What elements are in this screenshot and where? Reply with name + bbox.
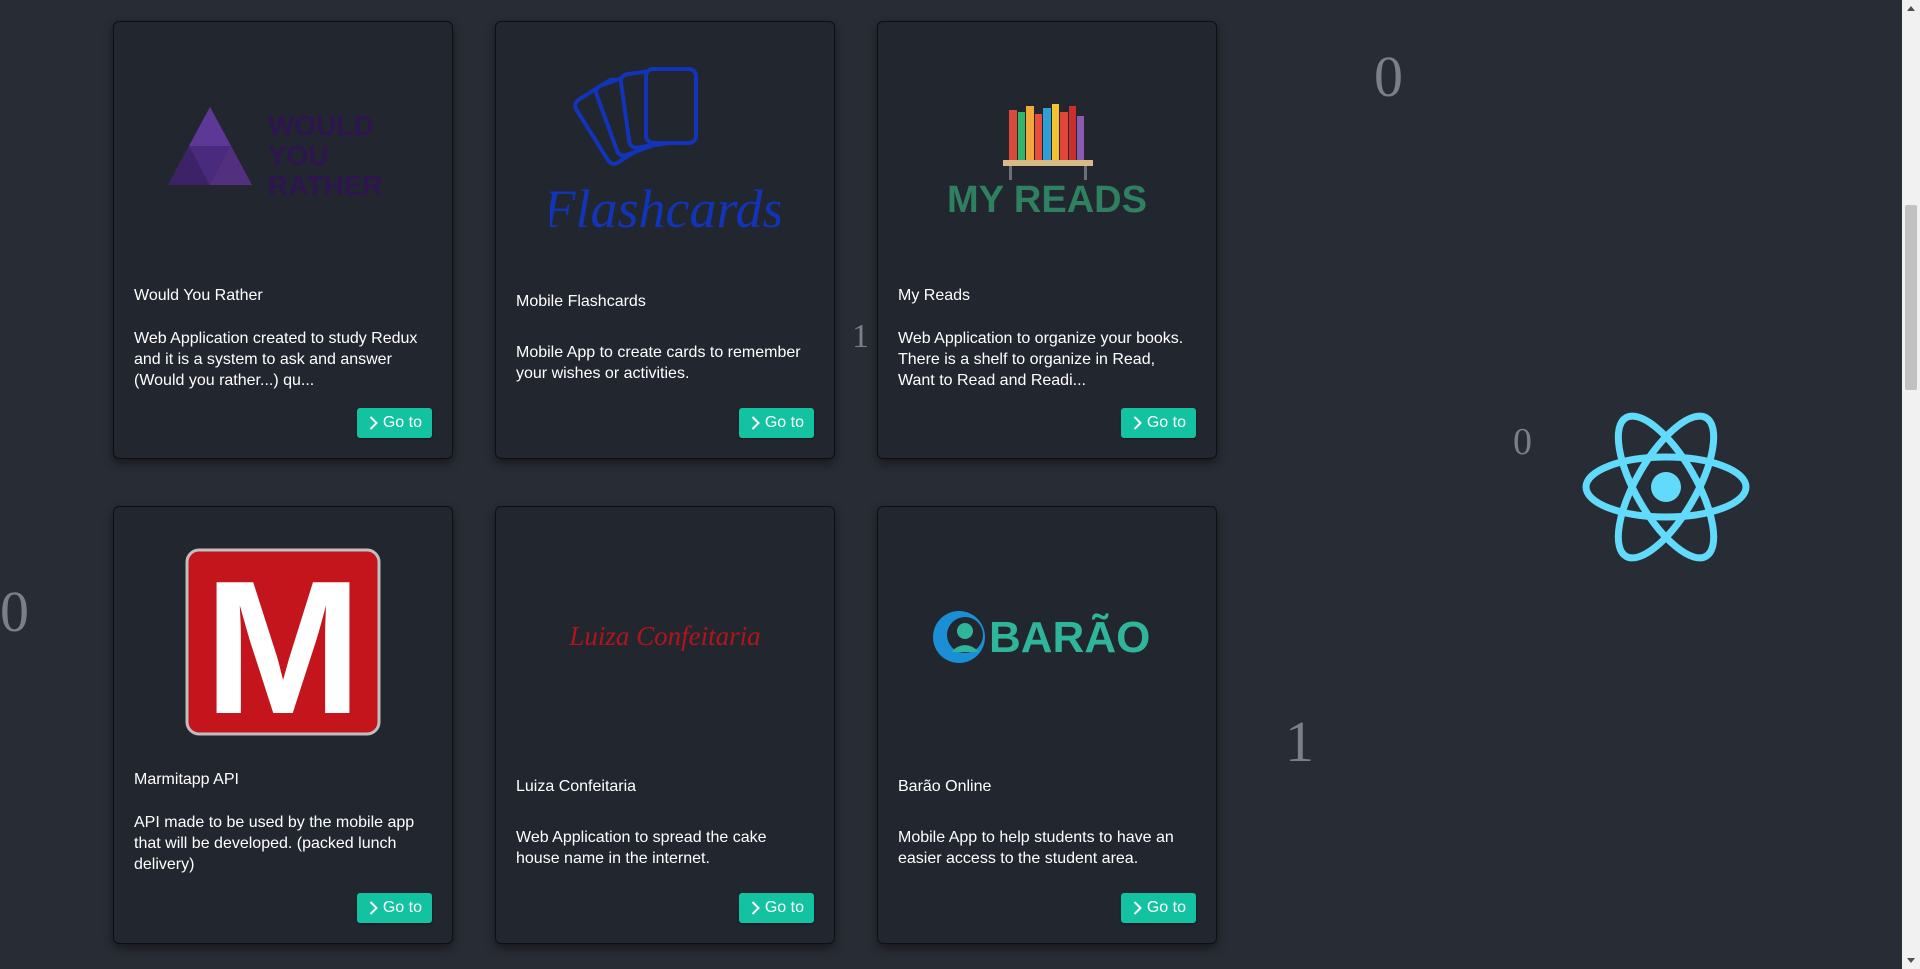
luiza-confeitaria-logo: Luiza Confeitaria bbox=[496, 507, 834, 767]
flashcards-logo: Flashcards bbox=[496, 22, 834, 282]
floating-digit: 1 bbox=[1285, 709, 1314, 774]
barao-logo: BARÃO bbox=[878, 507, 1216, 767]
chevron-right-icon bbox=[1133, 901, 1142, 915]
project-title: My Reads bbox=[898, 287, 971, 304]
project-description: API made to be used by the mobile app th… bbox=[134, 814, 415, 873]
scroll-thumb[interactable] bbox=[1905, 205, 1917, 390]
logo-word: YOU bbox=[268, 140, 329, 171]
logo-word: WOULD bbox=[268, 110, 374, 141]
chevron-right-icon bbox=[369, 416, 378, 430]
would-you-rather-logo: WOULD YOU RATHER bbox=[114, 22, 452, 282]
project-card-would-you-rather: WOULD YOU RATHER Would You Rather Web Ap… bbox=[113, 21, 453, 459]
go-to-label: Go to bbox=[382, 899, 422, 916]
portfolio-page: 0 1 0 0 1 WOULD YOU RATHER Would You Rat… bbox=[0, 0, 1920, 969]
logo-word: RATHER bbox=[268, 170, 383, 201]
chevron-right-icon bbox=[751, 901, 760, 915]
floating-digit: 0 bbox=[1513, 421, 1532, 463]
logo-word: MY READS bbox=[947, 179, 1147, 221]
go-to-label: Go to bbox=[382, 414, 422, 431]
go-to-button[interactable]: Go to bbox=[1120, 408, 1196, 438]
go-to-label: Go to bbox=[1146, 899, 1186, 916]
project-title: Luiza Confeitaria bbox=[516, 778, 637, 795]
go-to-label: Go to bbox=[764, 899, 804, 916]
scroll-down-arrow-icon[interactable] bbox=[1902, 952, 1920, 969]
go-to-label: Go to bbox=[764, 414, 804, 431]
project-card-barao-online: BARÃO Barão Online Mobile App to help st… bbox=[877, 506, 1217, 944]
logo-word: Luiza Confeitaria bbox=[568, 621, 760, 651]
go-to-button[interactable]: Go to bbox=[1120, 893, 1196, 923]
chevron-right-icon bbox=[751, 416, 760, 430]
go-to-button[interactable]: Go to bbox=[356, 893, 432, 923]
project-card-mobile-flashcards: Flashcards Mobile Flashcards Mobile App … bbox=[495, 21, 835, 459]
project-card-my-reads: MY READS My Reads Web Application to org… bbox=[877, 21, 1217, 459]
project-description: Mobile App to create cards to remember y… bbox=[516, 344, 801, 382]
project-title: Would You Rather bbox=[134, 287, 263, 304]
project-description: Web Application to organize your books. … bbox=[898, 330, 1184, 389]
react-logo bbox=[1582, 412, 1750, 562]
go-to-button[interactable]: Go to bbox=[738, 408, 814, 438]
go-to-label: Go to bbox=[1146, 414, 1186, 431]
go-to-button[interactable]: Go to bbox=[356, 408, 432, 438]
project-title: Barão Online bbox=[898, 778, 992, 795]
project-description: Mobile App to help students to have an e… bbox=[898, 829, 1174, 867]
floating-digit: 0 bbox=[1374, 44, 1403, 109]
logo-word: Flashcards bbox=[550, 179, 780, 239]
project-title: Mobile Flashcards bbox=[516, 293, 646, 310]
logo-word: BARÃO bbox=[989, 612, 1150, 662]
scroll-up-arrow-icon[interactable] bbox=[1902, 0, 1920, 17]
go-to-button[interactable]: Go to bbox=[738, 893, 814, 923]
project-card-marmitapp-api: M Marmitapp API API made to be used by t… bbox=[113, 506, 453, 944]
marmitapp-logo: M bbox=[114, 507, 452, 747]
chevron-right-icon bbox=[369, 901, 378, 915]
chevron-right-icon bbox=[1133, 416, 1142, 430]
project-title: Marmitapp API bbox=[134, 771, 239, 788]
logo-letter: M bbox=[204, 548, 362, 736]
project-description: Web Application to spread the cake house… bbox=[516, 829, 767, 867]
project-description: Web Application created to study Redux a… bbox=[134, 330, 418, 389]
vertical-scrollbar[interactable] bbox=[1902, 0, 1920, 969]
my-reads-logo: MY READS bbox=[878, 22, 1216, 282]
project-card-luiza-confeitaria: Luiza Confeitaria Luiza Confeitaria Web … bbox=[495, 506, 835, 944]
floating-digit: 0 bbox=[0, 579, 29, 644]
floating-digit: 1 bbox=[852, 318, 869, 355]
